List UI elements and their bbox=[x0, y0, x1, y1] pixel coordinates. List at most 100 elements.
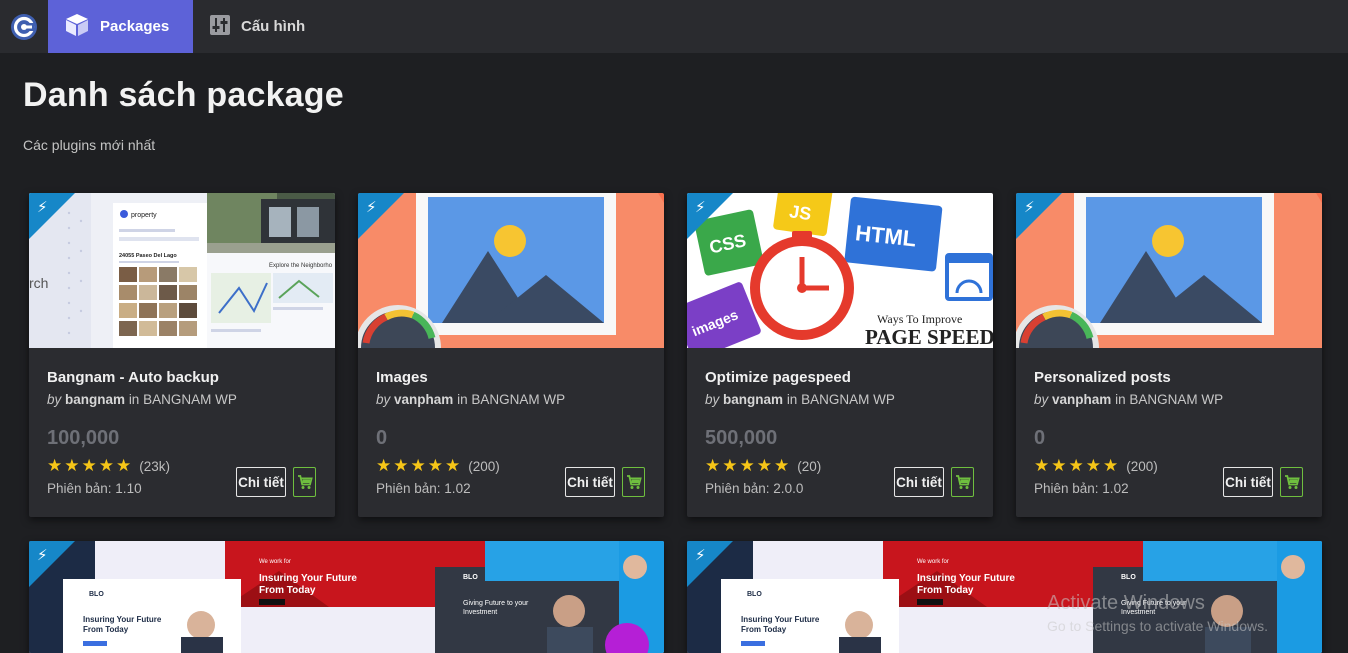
package-title[interactable]: Bangnam - Auto backup bbox=[47, 369, 219, 386]
rating-count: (200) bbox=[468, 458, 500, 474]
app-logo-icon[interactable] bbox=[0, 0, 48, 53]
lightning-icon: ⚡︎ bbox=[695, 547, 706, 564]
nav-settings-label: Cấu hình bbox=[241, 18, 306, 35]
thumb-ins-heading2: From Today bbox=[917, 585, 974, 596]
rating-count: (20) bbox=[797, 458, 822, 474]
by-label: by bbox=[376, 392, 391, 407]
thumb-ins-heading1: Insuring Your Future bbox=[917, 573, 1015, 584]
package-thumbnail[interactable]: rch property 24055 Paseo Del Lago Explor… bbox=[29, 193, 335, 348]
package-version: Phiên bản: 1.02 bbox=[1034, 481, 1129, 496]
thumb-search-text: rch bbox=[29, 275, 48, 291]
package-author: by bangnam in BANGNAM WP bbox=[705, 392, 895, 407]
in-label: in bbox=[786, 392, 798, 407]
thumb-js-text: JS bbox=[788, 201, 813, 224]
package-title[interactable]: Optimize pagespeed bbox=[705, 369, 851, 386]
thumb-explore-text: Explore the Neighborho bbox=[269, 263, 333, 269]
settings-sliders-icon bbox=[209, 14, 231, 40]
author-link[interactable]: vanpham bbox=[1052, 392, 1111, 407]
page-subtitle: Các plugins mới nhất bbox=[23, 137, 156, 153]
featured-badge bbox=[29, 541, 75, 587]
package-price: 0 bbox=[376, 427, 388, 449]
windows-activation-watermark: Activate Windows Go to Settings to activ… bbox=[1047, 592, 1268, 634]
star-rating-icons: ★★★★★ bbox=[705, 456, 792, 475]
by-label: by bbox=[1034, 392, 1049, 407]
lightning-icon: ⚡︎ bbox=[366, 199, 377, 216]
cart-icon bbox=[1284, 475, 1300, 489]
thumb-ins-brand-2: BLO bbox=[1121, 574, 1136, 581]
package-title[interactable]: Images bbox=[376, 369, 428, 386]
in-label: in bbox=[128, 392, 140, 407]
watermark-line1: Activate Windows bbox=[1047, 592, 1205, 614]
add-to-cart-button[interactable] bbox=[951, 467, 974, 497]
watermark-line2: Go to Settings to activate Windows. bbox=[1047, 618, 1268, 634]
thumb-pagespeed-text: PAGE SPEED bbox=[865, 325, 993, 348]
author-link[interactable]: vanpham bbox=[394, 392, 453, 407]
thumb-ins-heading2: From Today bbox=[259, 585, 316, 596]
thumb-ins-hero2: From Today bbox=[741, 625, 787, 634]
package-version: Phiên bản: 2.0.0 bbox=[705, 481, 804, 496]
package-card: rch property 24055 Paseo Del Lago Explor… bbox=[29, 193, 335, 517]
featured-badge bbox=[687, 193, 733, 239]
package-rating: ★★★★★ (200) bbox=[376, 456, 500, 476]
package-card: ⚡︎ Images by vanpham in BANGNAM WP 0 ★★★… bbox=[358, 193, 664, 517]
thumb-property-address: 24055 Paseo Del Lago bbox=[119, 253, 177, 259]
thumb-ins-small: We work for bbox=[917, 559, 949, 565]
star-rating-icons: ★★★★★ bbox=[376, 456, 463, 475]
package-rating: ★★★★★ (23k) bbox=[47, 456, 170, 476]
thumb-ins-small: We work for bbox=[259, 559, 291, 565]
top-navbar: Packages Cấu hình bbox=[0, 0, 1348, 53]
add-to-cart-button[interactable] bbox=[293, 467, 316, 497]
package-card: CSS JS HTML images Ways To Improve PAGE … bbox=[687, 193, 993, 517]
add-to-cart-button[interactable] bbox=[1280, 467, 1303, 497]
featured-badge bbox=[29, 193, 75, 239]
package-price: 0 bbox=[1034, 427, 1046, 449]
in-label: in bbox=[457, 392, 468, 407]
thumb-ins-brand: BLO bbox=[747, 591, 762, 598]
detail-button[interactable]: Chi tiết bbox=[1223, 467, 1273, 497]
lightning-icon: ⚡︎ bbox=[1024, 199, 1035, 216]
package-card: ⚡︎ Personalized posts by vanpham in BANG… bbox=[1016, 193, 1322, 517]
thumb-ins-giving2: Investment bbox=[463, 609, 497, 616]
by-label: by bbox=[705, 392, 720, 407]
package-thumbnail[interactable]: ⚡︎ bbox=[358, 193, 664, 348]
package-author: by vanpham in BANGNAM WP bbox=[1034, 392, 1223, 407]
author-link[interactable]: bangnam bbox=[65, 392, 125, 407]
thumb-ins-brand-2: BLO bbox=[463, 574, 478, 581]
detail-button[interactable]: Chi tiết bbox=[236, 467, 286, 497]
lightning-icon: ⚡︎ bbox=[37, 547, 48, 564]
detail-button[interactable]: Chi tiết bbox=[894, 467, 944, 497]
nav-packages[interactable]: Packages bbox=[48, 0, 193, 53]
author-link[interactable]: bangnam bbox=[723, 392, 783, 407]
package-price: 100,000 bbox=[47, 427, 120, 449]
package-thumbnail[interactable]: CSS JS HTML images Ways To Improve PAGE … bbox=[687, 193, 993, 348]
package-card: We work for Insuring Your Future From To… bbox=[29, 541, 664, 653]
add-to-cart-button[interactable] bbox=[622, 467, 645, 497]
package-title[interactable]: Personalized posts bbox=[1034, 369, 1171, 386]
org-link[interactable]: BANGNAM WP bbox=[471, 392, 565, 407]
nav-packages-label: Packages bbox=[100, 18, 170, 35]
featured-badge bbox=[1016, 193, 1062, 239]
star-rating-icons: ★★★★★ bbox=[47, 456, 134, 475]
package-price: 500,000 bbox=[705, 427, 778, 449]
thumb-ins-giving1: Giving Future to your bbox=[463, 600, 529, 607]
package-rating: ★★★★★ (200) bbox=[1034, 456, 1158, 476]
org-link[interactable]: BANGNAM WP bbox=[1129, 392, 1223, 407]
thumb-ins-heading1: Insuring Your Future bbox=[259, 573, 357, 584]
rating-count: (23k) bbox=[139, 458, 170, 474]
cart-icon bbox=[955, 475, 971, 489]
package-thumbnail[interactable]: We work for Insuring Your Future From To… bbox=[29, 541, 664, 653]
package-thumbnail[interactable]: ⚡︎ bbox=[1016, 193, 1322, 348]
detail-button[interactable]: Chi tiết bbox=[565, 467, 615, 497]
page-title: Danh sách package bbox=[23, 76, 344, 114]
package-author: by vanpham in BANGNAM WP bbox=[376, 392, 565, 407]
rating-count: (200) bbox=[1126, 458, 1158, 474]
org-link[interactable]: BANGNAM WP bbox=[143, 392, 237, 407]
thumb-property-brand: property bbox=[131, 212, 157, 219]
box-icon bbox=[64, 12, 90, 42]
nav-settings[interactable]: Cấu hình bbox=[193, 0, 322, 53]
org-link[interactable]: BANGNAM WP bbox=[801, 392, 895, 407]
cart-icon bbox=[626, 475, 642, 489]
star-rating-icons: ★★★★★ bbox=[1034, 456, 1121, 475]
package-version: Phiên bản: 1.02 bbox=[376, 481, 471, 496]
package-version: Phiên bản: 1.10 bbox=[47, 481, 142, 496]
